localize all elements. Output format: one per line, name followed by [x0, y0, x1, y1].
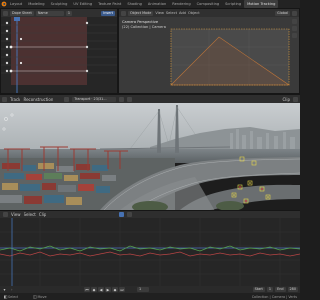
movie-clip-view[interactable] — [0, 103, 300, 210]
dope-sheet-editor: Dope Sheet Name 1 Insert — [0, 8, 118, 94]
dope-sheet-channels[interactable] — [1, 17, 117, 93]
menu-object[interactable]: Object — [188, 11, 200, 15]
graph-menu-view[interactable]: View — [11, 212, 21, 217]
graph-filter-icon[interactable] — [119, 212, 125, 217]
movie-clip-icon — [64, 96, 70, 102]
tab-modeling[interactable]: Modeling — [25, 0, 47, 8]
editor-type-icon[interactable] — [3, 10, 8, 16]
object-mode-select[interactable]: Object Mode — [128, 10, 154, 16]
start-label: Start — [252, 287, 265, 292]
play-icon[interactable]: ▶ — [105, 287, 111, 292]
playback-controls: ⏮ ◆ ◀ ▶ ◆ ⏭ — [84, 287, 125, 292]
menu-view[interactable]: View — [155, 11, 164, 15]
start-frame-field[interactable]: 1 — [266, 287, 274, 292]
harbor-bridge-footage — [0, 103, 300, 210]
tab-animation[interactable]: Animation — [145, 0, 169, 8]
clip-close-icon[interactable] — [127, 96, 133, 102]
status-select: Select — [8, 294, 19, 299]
graph-editor-icon[interactable] — [3, 212, 8, 217]
current-frame-field[interactable]: 1 — [137, 287, 149, 292]
graph-menu-select[interactable]: Select — [24, 212, 36, 217]
next-key-icon[interactable]: ◆ — [112, 287, 118, 292]
dope-sheet-keyframes — [1, 17, 117, 93]
tab-rendering[interactable]: Rendering — [169, 0, 193, 8]
clip-editor-header: Track Reconstruction Transport · 23/31..… — [0, 94, 300, 103]
clip-display-label[interactable]: Clip — [282, 97, 290, 102]
zoom-icon[interactable] — [292, 19, 297, 24]
graph-header: View Select Clip — [0, 210, 300, 218]
graph-menu-clip[interactable]: Clip — [39, 212, 47, 217]
status-info: Collection | Camera | Verts — [251, 294, 297, 299]
tab-uv-editing[interactable]: UV Editing — [70, 0, 95, 8]
tab-layout[interactable]: Layout — [7, 0, 25, 8]
reconstruction-menu[interactable]: Reconstruction — [23, 97, 53, 102]
tab-compositing[interactable]: Compositing — [194, 0, 223, 8]
name-field[interactable]: Name — [35, 10, 64, 16]
tab-scripting[interactable]: Scripting — [222, 0, 244, 8]
play-reverse-icon[interactable]: ◀ — [98, 287, 104, 292]
workspace-tabs-bar: Layout Modeling Sculpting UV Editing Tex… — [0, 0, 300, 8]
prev-key-icon[interactable]: ◆ — [91, 287, 97, 292]
tab-texture-paint[interactable]: Texture Paint — [95, 0, 124, 8]
clip-editor-label[interactable]: Track — [10, 97, 20, 102]
menu-select[interactable]: Select — [166, 11, 177, 15]
tab-motion-tracking[interactable]: Motion Tracking — [244, 0, 279, 8]
camera-viewport[interactable]: Object Mode View Select Add Object Globa… — [118, 8, 300, 94]
timeline-bar: ▾ ◦ ⏮ ◆ ◀ ▶ ◆ ⏭ 1 Start 1 End 280 — [0, 286, 300, 293]
jump-start-icon[interactable]: ⏮ — [84, 287, 90, 292]
dope-sheet-mode-select[interactable]: Dope Sheet — [10, 10, 34, 16]
clip-name-field[interactable]: Transport · 23/31... — [72, 96, 117, 102]
status-move: Move — [37, 294, 47, 299]
motion-curves — [0, 218, 300, 286]
dope-sheet-header: Dope Sheet Name 1 Insert — [1, 9, 117, 17]
camera-frame-drawing — [170, 28, 290, 86]
clip-editor-type-icon[interactable] — [2, 96, 7, 102]
blender-logo-icon[interactable] — [0, 0, 7, 8]
pan-icon[interactable] — [292, 26, 297, 31]
graph-display-icon[interactable] — [127, 212, 133, 217]
insert-button[interactable]: Insert — [101, 10, 115, 16]
frame-field[interactable]: 1 — [65, 10, 72, 16]
viewport-nav-gizmo — [292, 19, 297, 38]
end-frame-field[interactable]: 280 — [287, 287, 298, 292]
jump-end-icon[interactable]: ⏭ — [119, 287, 125, 292]
timeline-editor-icon[interactable]: ▾ — [2, 287, 7, 292]
status-bar: ◧ Select ◫ Move Collection | Camera | Ve… — [0, 293, 300, 300]
orientation-select[interactable]: Global — [275, 10, 290, 16]
display-options-icon[interactable] — [293, 96, 298, 102]
clip-browse-icon[interactable] — [119, 96, 125, 102]
end-label: End — [275, 287, 286, 292]
tracking-graph[interactable] — [0, 218, 300, 286]
menu-add[interactable]: Add — [179, 11, 186, 15]
tab-shading[interactable]: Shading — [124, 0, 145, 8]
playback-menu-icon[interactable]: ◦ — [9, 287, 14, 292]
viewport-header: Object Mode View Select Add Object Globa… — [119, 9, 299, 17]
snap-icon[interactable] — [292, 10, 297, 16]
camera-view-icon[interactable] — [292, 33, 297, 38]
viewport-editor-icon[interactable] — [121, 10, 126, 16]
tab-sculpting[interactable]: Sculpting — [48, 0, 71, 8]
